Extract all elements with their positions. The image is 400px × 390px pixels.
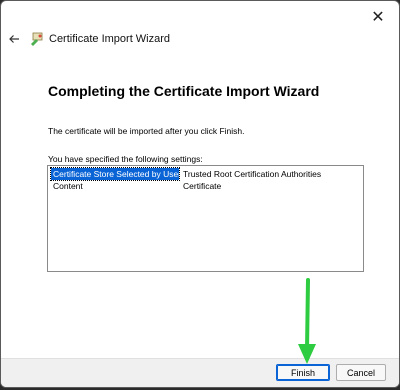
page-heading: Completing the Certificate Import Wizard	[48, 83, 320, 99]
page-description: The certificate will be imported after y…	[48, 126, 245, 136]
settings-key: Certificate Store Selected by User	[50, 167, 180, 181]
settings-row[interactable]: Certificate Store Selected by User Trust…	[50, 167, 360, 181]
wizard-footer: Finish Cancel	[1, 358, 399, 387]
settings-key: Content	[53, 181, 83, 191]
wizard-title: Certificate Import Wizard	[49, 33, 171, 45]
back-arrow-icon[interactable]	[5, 30, 23, 48]
settings-list[interactable]: Certificate Store Selected by User Trust…	[47, 165, 364, 272]
cancel-button[interactable]: Cancel	[336, 364, 386, 381]
certificate-import-wizard-window: ✕ Certificate Import Wizard Completing t…	[0, 0, 400, 388]
settings-label: You have specified the following setting…	[48, 154, 203, 164]
settings-value: Trusted Root Certification Authorities	[183, 169, 322, 179]
wizard-header: Certificate Import Wizard	[1, 27, 399, 51]
settings-row[interactable]: Content Certificate	[51, 180, 360, 192]
certificate-wizard-icon	[30, 32, 44, 46]
settings-value: Certificate	[183, 181, 222, 191]
close-icon[interactable]: ✕	[367, 6, 389, 28]
annotation-arrow-icon	[298, 278, 316, 364]
